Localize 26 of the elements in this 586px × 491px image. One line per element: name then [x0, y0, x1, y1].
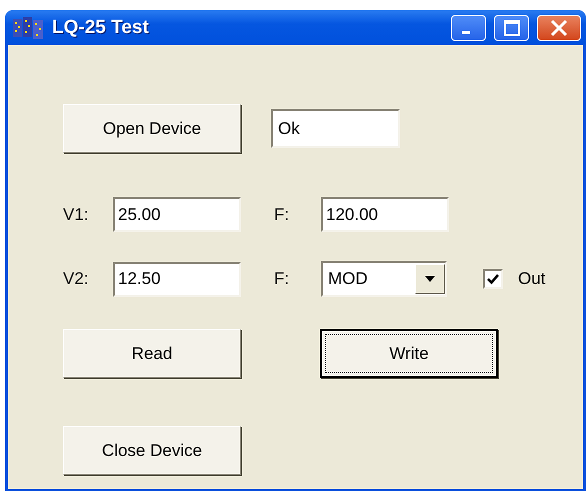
- read-button[interactable]: Read: [63, 329, 241, 378]
- status-field[interactable]: Ok: [271, 109, 400, 148]
- caret-icon: [425, 276, 435, 282]
- minimize-button[interactable]: [451, 14, 486, 40]
- check-icon: [486, 272, 500, 286]
- maximize-icon: [502, 18, 520, 36]
- write-button[interactable]: Write: [320, 329, 498, 378]
- maximize-button[interactable]: [494, 14, 529, 40]
- out-label: Out: [518, 269, 546, 289]
- v1-field[interactable]: 25.00: [113, 197, 241, 232]
- dropdown-arrow-button[interactable]: [415, 264, 445, 294]
- app-icon: [12, 14, 44, 40]
- v2-field[interactable]: 12.50: [113, 262, 241, 296]
- f-label: F:: [274, 204, 290, 224]
- open-device-button[interactable]: Open Device: [63, 104, 241, 153]
- window-title: LQ-25 Test: [52, 16, 149, 38]
- close-button[interactable]: [537, 14, 581, 40]
- frequency-field[interactable]: 120.00: [321, 197, 449, 232]
- out-checkbox[interactable]: [483, 269, 503, 289]
- close-device-button[interactable]: Close Device: [63, 426, 241, 475]
- mode-dropdown[interactable]: MOD: [321, 261, 447, 297]
- minimize-icon: [462, 31, 470, 34]
- v2-label: V2:: [63, 269, 90, 289]
- v1-label: V1:: [63, 204, 90, 224]
- close-icon: [549, 18, 569, 38]
- f-label: F:: [274, 269, 290, 289]
